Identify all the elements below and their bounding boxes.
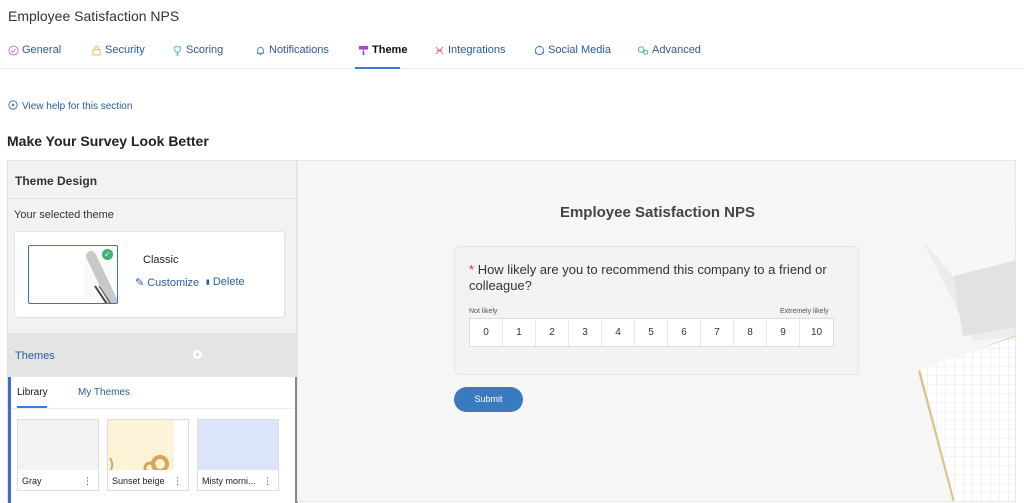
required-marker: * xyxy=(469,262,475,277)
theme-design-header: Theme Design xyxy=(8,161,298,199)
theme-card-gray[interactable]: Gray ⋮ xyxy=(17,419,99,491)
tab-library[interactable]: Library xyxy=(17,387,48,398)
paint-roller-icon xyxy=(357,44,369,56)
tab-scoring[interactable]: Scoring xyxy=(171,44,223,56)
tab-my-themes[interactable]: My Themes xyxy=(78,387,130,398)
nps-option-5[interactable]: 5 xyxy=(635,319,668,346)
theme-design-title: Theme Design xyxy=(15,174,98,188)
question-label: How likely are you to recommend this com… xyxy=(469,262,827,293)
decorative-grid-paper-image xyxy=(918,335,1015,501)
tab-integrations[interactable]: Integrations xyxy=(433,44,505,56)
tab-label: Notifications xyxy=(269,44,329,56)
submit-button[interactable]: Submit xyxy=(454,387,523,412)
delete-button[interactable]: ▮ Delete xyxy=(206,276,245,288)
delete-label: Delete xyxy=(212,276,245,288)
active-tab-indicator xyxy=(355,67,400,69)
selected-theme-label: Your selected theme xyxy=(14,209,114,221)
tab-label: Integrations xyxy=(448,44,506,56)
customize-label: Customize xyxy=(147,276,200,289)
nps-option-6[interactable]: 6 xyxy=(668,319,701,346)
selected-theme-name: Classic xyxy=(143,254,179,266)
nps-option-8[interactable]: 8 xyxy=(734,319,767,346)
check-circle-icon xyxy=(7,44,19,56)
more-options-icon[interactable]: ⋮ xyxy=(173,476,182,487)
customize-button[interactable]: ✎ Customize xyxy=(135,276,200,290)
tab-label: Scoring xyxy=(186,44,224,56)
help-label: View help for this section xyxy=(22,101,133,112)
sunset-beige-art xyxy=(109,420,188,475)
page-title: Employee Satisfaction NPS xyxy=(8,8,180,24)
theme-swatch xyxy=(18,420,98,470)
tab-label: General xyxy=(22,44,62,56)
question-text: * How likely are you to recommend this c… xyxy=(469,262,849,294)
nps-scale: 0 1 2 3 4 5 6 7 8 9 10 xyxy=(469,318,834,347)
themes-library-panel: Library My Themes Gray ⋮ Sunset beige ⋮ xyxy=(8,377,298,503)
nps-option-7[interactable]: 7 xyxy=(701,319,734,346)
selected-check-icon: ✓ xyxy=(102,249,113,260)
view-help-link[interactable]: View help for this section xyxy=(8,100,132,113)
nps-option-4[interactable]: 4 xyxy=(602,319,635,346)
scale-low-label: Not likely xyxy=(469,308,498,315)
theme-swatch xyxy=(198,420,278,470)
lock-icon xyxy=(90,44,102,56)
tab-general[interactable]: General xyxy=(7,44,61,56)
tab-social-media[interactable]: Social Media xyxy=(533,44,611,56)
nps-option-2[interactable]: 2 xyxy=(536,319,569,346)
survey-title-text: Employee Satisfaction NPS xyxy=(559,204,756,221)
survey-title: Employee Satisfaction NPS xyxy=(298,204,1015,221)
play-circle-icon xyxy=(8,100,18,113)
puzzle-icon xyxy=(433,44,445,56)
theme-card-name: Sunset beige xyxy=(112,476,165,486)
tab-label: Social Media xyxy=(548,44,611,56)
theme-card-misty-morning[interactable]: Misty morni... ⋮ xyxy=(197,419,279,491)
question-card: * How likely are you to recommend this c… xyxy=(454,246,859,375)
tab-label: Theme xyxy=(372,44,408,56)
selected-theme-thumbnail[interactable]: ✓ xyxy=(28,245,118,304)
trash-icon: ▮ xyxy=(206,279,210,286)
pencil-icon: ✎ xyxy=(135,277,145,289)
gears-icon xyxy=(637,44,649,56)
theme-card-name: Gray xyxy=(22,476,42,486)
themes-label: Themes xyxy=(15,350,55,362)
theme-card-sunset-beige[interactable]: Sunset beige ⋮ xyxy=(107,419,189,491)
tab-theme[interactable]: Theme xyxy=(357,44,407,56)
more-options-icon[interactable]: ⋮ xyxy=(263,476,272,487)
tab-security[interactable]: Security xyxy=(90,44,145,56)
scale-high-label: Extremely likely xyxy=(780,308,829,315)
nps-option-3[interactable]: 3 xyxy=(569,319,602,346)
tab-notifications[interactable]: Notifications xyxy=(254,44,329,56)
social-icon xyxy=(533,44,545,56)
tab-advanced[interactable]: Advanced xyxy=(637,44,701,56)
tab-label: Advanced xyxy=(652,44,701,56)
survey-preview: Employee Satisfaction NPS * How likely a… xyxy=(297,160,1016,502)
divider xyxy=(11,408,295,409)
theme-card-name: Misty morni... xyxy=(202,476,256,486)
add-theme-icon[interactable]: + xyxy=(193,350,202,359)
settings-tabs: General Security Scoring Notifications T… xyxy=(0,36,1024,69)
selected-theme-card: ✓ Classic ✎ Customize ▮ Delete xyxy=(14,231,285,318)
more-options-icon[interactable]: ⋮ xyxy=(83,476,92,487)
trophy-icon xyxy=(171,44,183,56)
theme-swatch xyxy=(108,420,188,475)
nps-option-9[interactable]: 9 xyxy=(767,319,800,346)
section-title: Make Your Survey Look Better xyxy=(7,133,209,149)
nps-option-10[interactable]: 10 xyxy=(800,319,833,346)
bell-icon xyxy=(254,44,266,56)
nps-option-1[interactable]: 1 xyxy=(503,319,536,346)
nps-option-0[interactable]: 0 xyxy=(470,319,503,346)
theme-design-panel: Theme Design Your selected theme ✓ Class… xyxy=(7,160,298,503)
tab-label: Security xyxy=(105,44,145,56)
themes-section-header[interactable]: Themes + xyxy=(8,333,298,377)
